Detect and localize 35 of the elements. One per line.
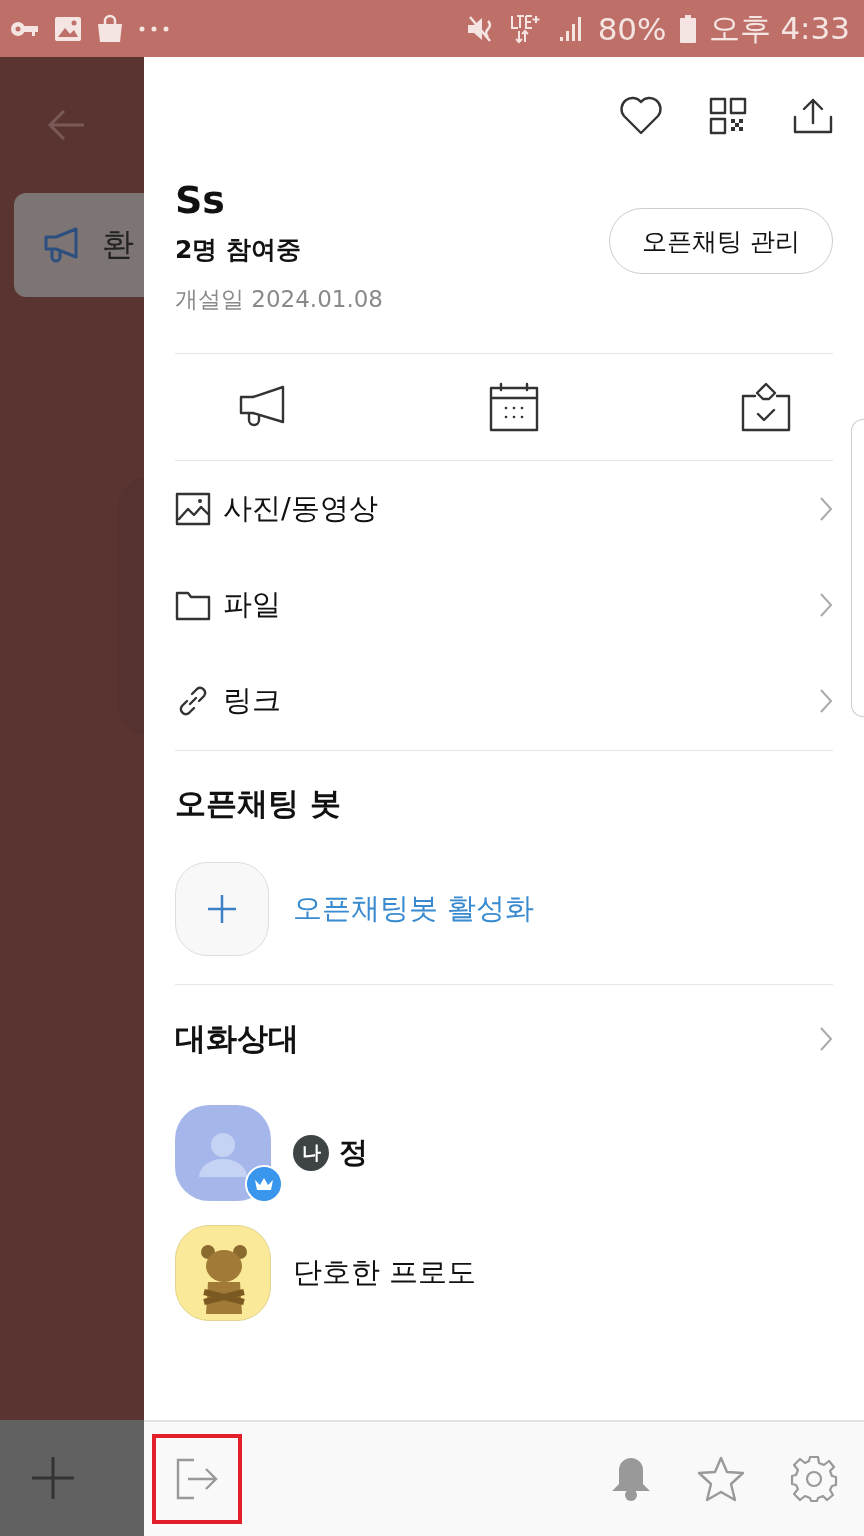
menu-item[interactable]: 링크 [175,653,833,749]
plus-icon [175,862,269,956]
member-name[interactable]: 단호한 프로도 [293,1253,477,1293]
battery-percent: 80% [597,10,667,47]
image-icon [54,15,82,42]
clock: 오후 4:33 [708,8,850,48]
menu-item[interactable]: 사진/동영상 [175,461,833,557]
created-date: 개설일 2024.01.08 [175,285,383,314]
ballot-box-icon[interactable] [741,382,791,432]
notice-text: 환 [102,224,134,265]
section-heading: 대화상대 [175,1019,299,1058]
image-icon [175,491,211,527]
heart-icon[interactable] [619,95,663,136]
settings-icon[interactable] [790,1455,838,1503]
member-name[interactable]: 정 [339,1133,368,1173]
chevron-right-icon [819,688,833,714]
activate-bot-button[interactable]: 오픈채팅봇 활성화 [175,857,833,961]
bell-icon[interactable] [610,1456,652,1502]
more-icon [138,24,170,33]
battery-icon [678,13,697,44]
shopping-bag-icon [96,13,124,44]
menu-item[interactable]: 파일 [175,557,833,653]
share-icon[interactable] [793,96,833,135]
section-heading: 오픈채팅 봇 [175,784,341,823]
star-icon[interactable] [696,1456,746,1502]
member-count: 2명 참여중 [175,234,303,266]
chevron-right-icon [819,496,833,522]
chat-title: Ss [175,177,226,224]
chevron-right-icon [819,592,833,618]
chevron-right-icon [819,1026,833,1052]
back-arrow-icon [46,108,86,142]
me-badge: 나 [293,1135,329,1171]
plus-icon [30,1455,76,1501]
qr-code-icon[interactable] [709,96,747,135]
calendar-icon[interactable] [489,382,539,432]
